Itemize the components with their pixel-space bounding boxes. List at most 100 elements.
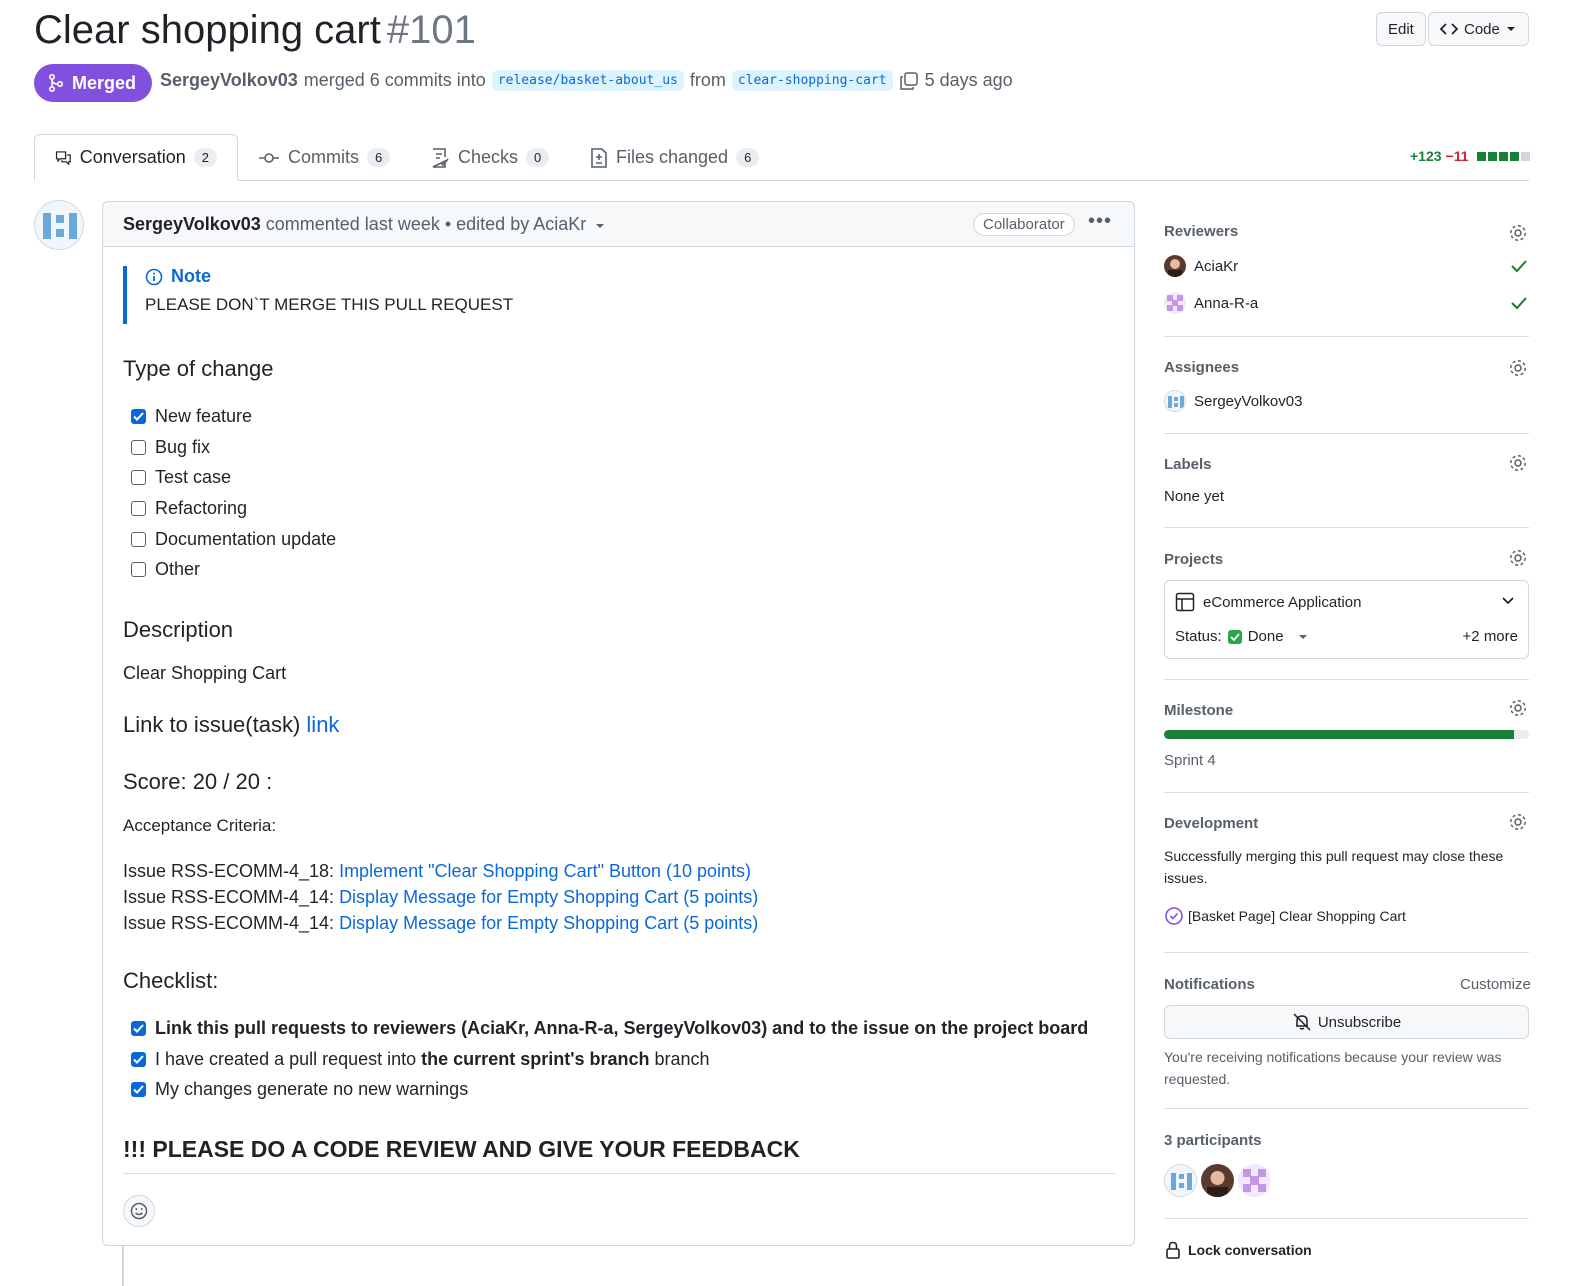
approved-check-icon (1511, 260, 1527, 273)
comment-meta[interactable]: commented last week • edited by AciaKr (266, 214, 586, 234)
criteria-link[interactable]: Display Message for Empty Shopping Cart … (339, 913, 758, 933)
notification-reason: You're receiving notifications because y… (1164, 1049, 1502, 1087)
reviewer-anna-r-a[interactable]: Anna-R-a (1164, 292, 1258, 314)
type-item-refactoring[interactable]: Refactoring (131, 496, 247, 520)
identicon-avatar (1165, 1165, 1196, 1196)
tab-files-changed[interactable]: Files changed 6 (570, 134, 779, 181)
criteria-heading: Acceptance Criteria: (123, 816, 277, 835)
checklist-item[interactable]: My changes generate no new warnings (131, 1077, 468, 1101)
unsubscribe-button[interactable]: Unsubscribe (1164, 1005, 1529, 1039)
labels-heading: Labels (1164, 456, 1212, 473)
issue-link[interactable]: link (306, 712, 339, 737)
tab-commits-label: Commits (288, 147, 359, 167)
checkbox[interactable] (131, 469, 146, 485)
checkbox[interactable] (131, 500, 146, 516)
chevron-down-icon[interactable] (1501, 596, 1515, 606)
avatar (1164, 255, 1186, 277)
gear-icon[interactable] (1508, 358, 1528, 378)
tab-checks-count: 0 (526, 148, 550, 167)
participant-avatar[interactable] (1164, 1164, 1197, 1197)
participant-avatar[interactable] (1238, 1164, 1271, 1197)
smiley-icon (130, 1202, 148, 1220)
comment-author[interactable]: SergeyVolkov03 (123, 214, 261, 234)
checklist-text-pre: I have created a pull request into (155, 1048, 422, 1069)
tab-conversation[interactable]: Conversation 2 (34, 134, 238, 181)
kebab-menu-icon[interactable]: ••• (1088, 210, 1112, 233)
pr-author-link[interactable]: SergeyVolkov03 (160, 70, 298, 91)
code-button[interactable]: Code (1428, 12, 1529, 46)
criteria-prefix: Issue RSS-ECOMM-4_18: (123, 861, 340, 881)
merged-text: merged 6 commits into (303, 70, 486, 90)
checklist-text: Link this pull requests to reviewers (Ac… (155, 1017, 1089, 1038)
lock-conversation-label: Lock conversation (1188, 1242, 1312, 1258)
add-reaction-button[interactable] (123, 1195, 155, 1227)
checkbox-checked[interactable] (131, 1081, 146, 1097)
development-text: Successfully merging this pull request m… (1164, 848, 1504, 886)
gear-icon[interactable] (1508, 698, 1528, 718)
tab-checks-label: Checks (458, 147, 519, 167)
gear-icon[interactable] (1508, 453, 1528, 473)
tab-commits[interactable]: Commits 6 (238, 134, 410, 181)
tab-commits-count: 6 (367, 148, 391, 167)
criteria-link[interactable]: Implement "Clear Shopping Cart" Button (… (339, 861, 751, 881)
sidebar-divider (1164, 1108, 1529, 1109)
assignee-name: SergeyVolkov03 (1194, 392, 1303, 410)
type-item-bug-fix[interactable]: Bug fix (131, 435, 210, 459)
linked-issue-title: [Basket Page] Clear Shopping Cart (1188, 908, 1406, 924)
link-heading-text: Link to issue(task) (123, 712, 301, 737)
more-fields-link[interactable]: +2 more (1463, 628, 1518, 645)
edit-button[interactable]: Edit (1376, 12, 1426, 46)
criteria-link[interactable]: Display Message for Empty Shopping Cart … (339, 887, 758, 907)
assignee-item[interactable]: SergeyVolkov03 (1164, 390, 1302, 412)
unsubscribe-label: Unsubscribe (1317, 1013, 1402, 1031)
status-value: Done (1247, 628, 1284, 645)
lock-conversation-button[interactable]: Lock conversation (1164, 1240, 1312, 1260)
type-item-new-feature[interactable]: New feature (131, 404, 252, 428)
linked-issue[interactable]: [Basket Page] Clear Shopping Cart (1164, 906, 1406, 926)
edit-button-label: Edit (1388, 20, 1414, 38)
participant-avatar[interactable] (1201, 1164, 1234, 1197)
checklist-item[interactable]: I have created a pull request into the c… (131, 1047, 710, 1071)
check-icon (1230, 632, 1240, 641)
reviewer-aciakr[interactable]: AciaKr (1164, 255, 1238, 277)
photo-avatar (1164, 255, 1186, 277)
type-label: Bug fix (155, 436, 211, 457)
table-icon (1175, 592, 1195, 612)
checkbox-checked[interactable] (131, 1020, 146, 1036)
base-branch[interactable]: release/basket-about_us (491, 70, 684, 91)
comment-discussion-icon (55, 150, 71, 166)
checkbox[interactable] (131, 531, 146, 547)
done-check-icon (1227, 629, 1242, 644)
type-item-test-case[interactable]: Test case (131, 465, 231, 489)
checklist-item[interactable]: Link this pull requests to reviewers (Ac… (131, 1016, 1088, 1040)
copy-icon[interactable] (899, 71, 919, 91)
check-icon (133, 411, 144, 421)
project-name[interactable]: eCommerce Application (1203, 594, 1361, 611)
checkbox-checked[interactable] (131, 408, 146, 424)
merged-state-badge: Merged (34, 64, 153, 102)
gear-icon[interactable] (1508, 548, 1528, 568)
type-item-documentation[interactable]: Documentation update (131, 527, 336, 551)
project-status[interactable]: Status: Done (1175, 628, 1308, 645)
head-branch[interactable]: clear-shopping-cart (731, 70, 893, 91)
customize-link[interactable]: Customize (1460, 976, 1531, 993)
checkbox[interactable] (131, 439, 146, 455)
milestone-name[interactable]: Sprint 4 (1164, 752, 1216, 769)
gear-icon[interactable] (1508, 223, 1528, 243)
assignees-heading: Assignees (1164, 359, 1240, 376)
checklist-heading: Checklist: (123, 968, 219, 993)
note-callout: Note PLEASE DON`T MERGE THIS PULL REQUES… (123, 266, 523, 324)
type-label: New feature (155, 405, 253, 426)
pr-number: #101 (386, 8, 476, 52)
caret-down-icon (1506, 27, 1515, 31)
type-item-other[interactable]: Other (131, 557, 200, 581)
caret-down-icon[interactable] (595, 222, 605, 230)
checkbox[interactable] (131, 561, 146, 577)
reviewers-heading: Reviewers (1164, 223, 1239, 240)
note-title: Note (145, 266, 523, 287)
author-avatar[interactable] (34, 200, 84, 250)
tab-checks[interactable]: Checks 0 (410, 134, 569, 181)
checkbox-checked[interactable] (131, 1051, 146, 1067)
merged-state-label: Merged (72, 72, 137, 93)
gear-icon[interactable] (1508, 812, 1528, 832)
